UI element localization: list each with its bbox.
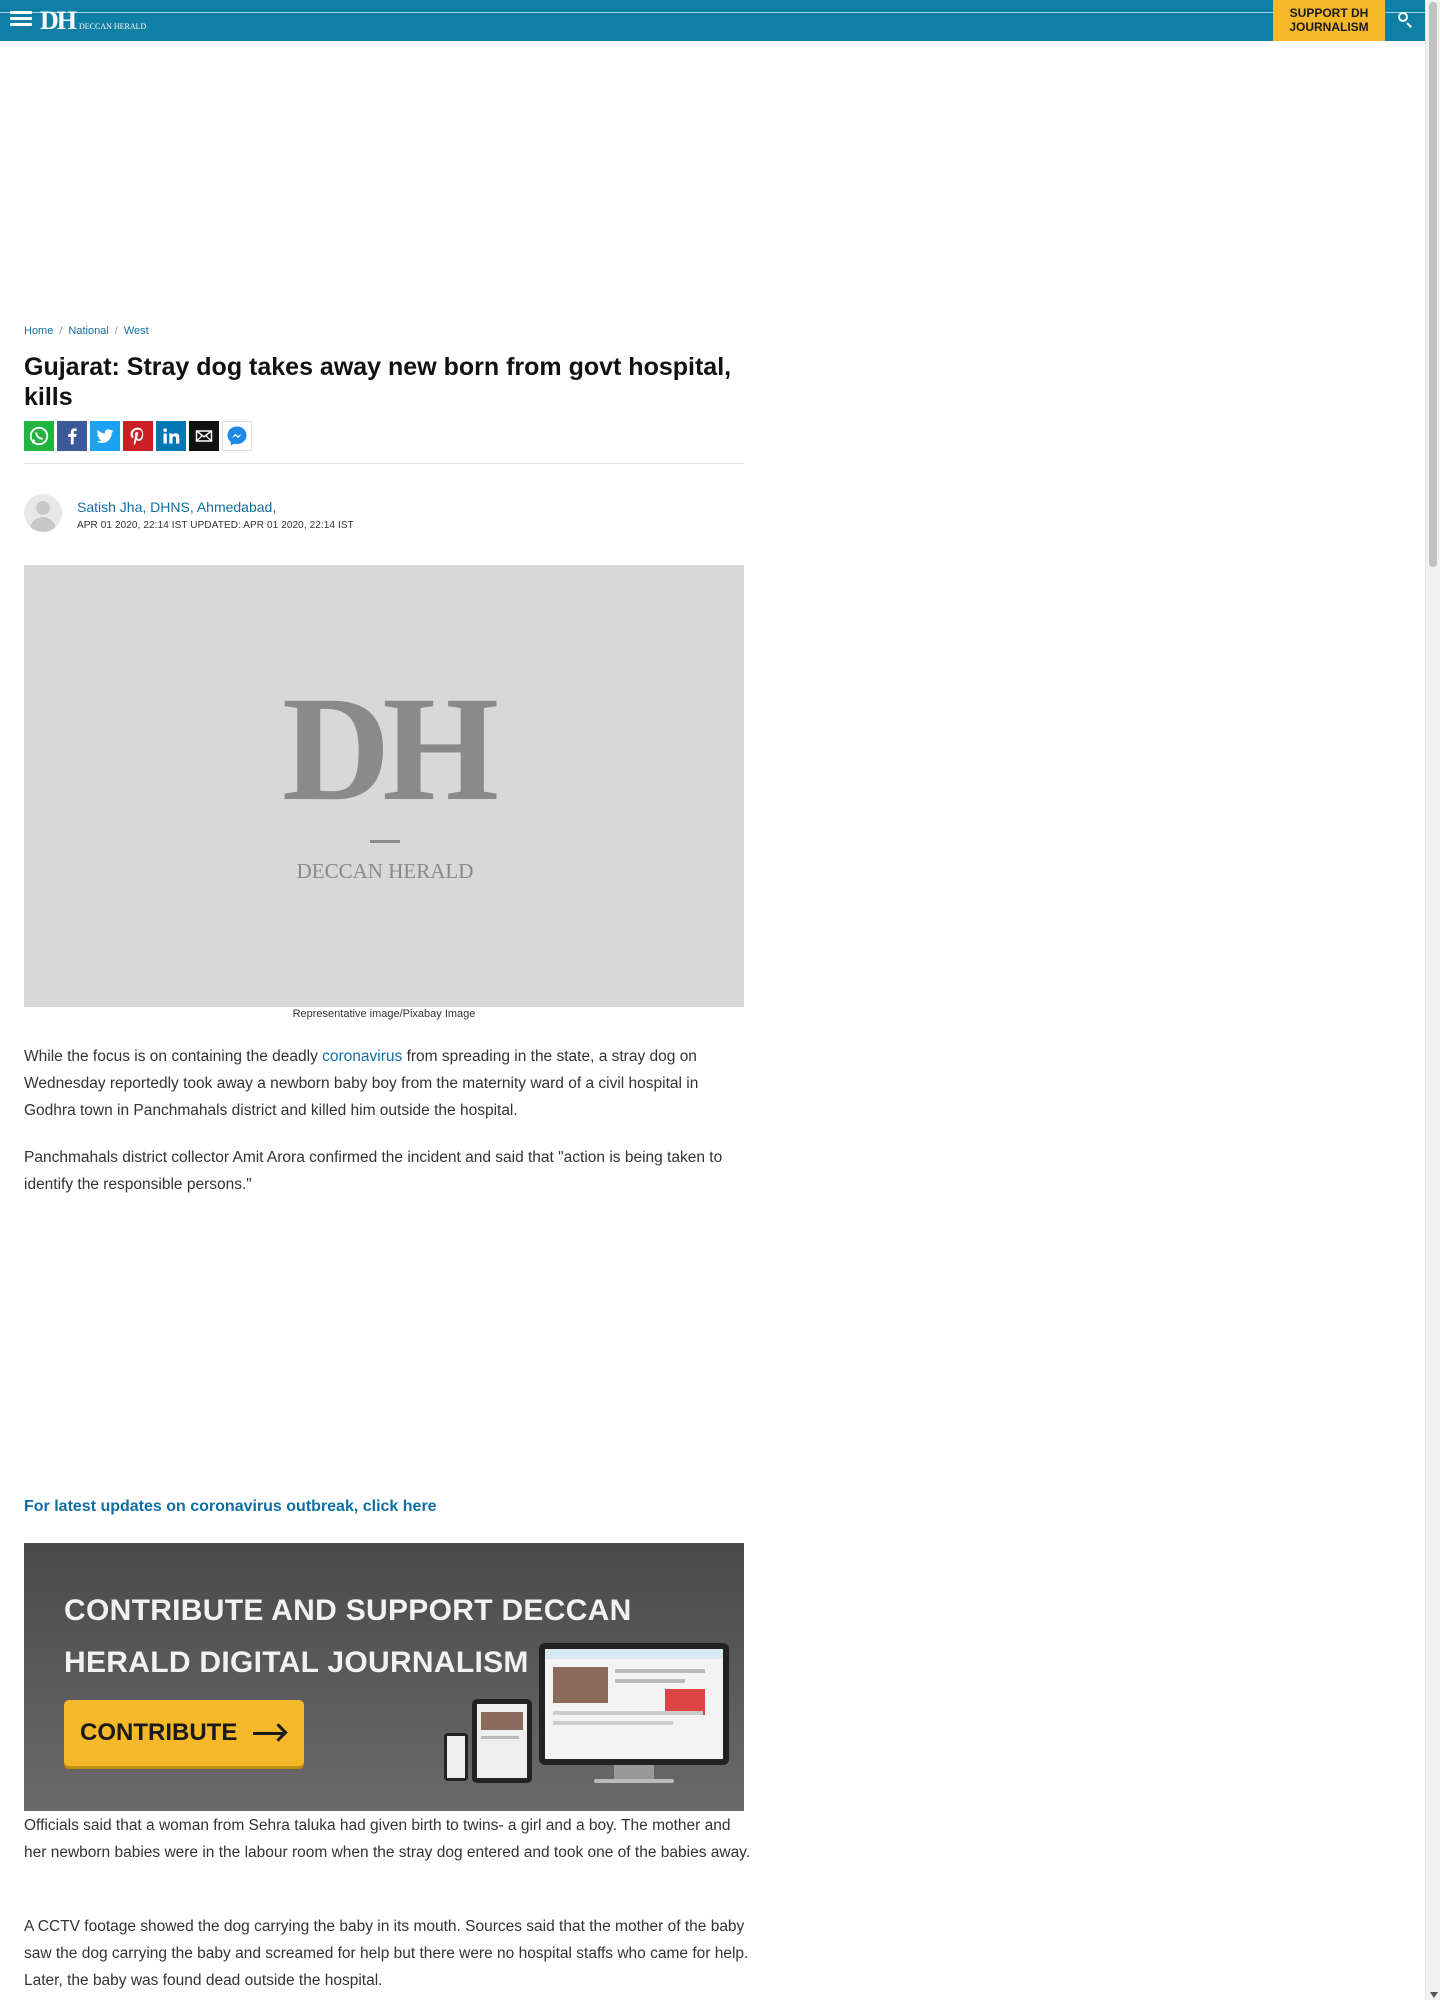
breadcrumb-national[interactable]: National xyxy=(68,325,108,337)
image-caption: Representative image/Pixabay Image xyxy=(292,1008,476,1020)
monitor-illustration xyxy=(539,1643,729,1765)
top-nav-bar: DH DECCAN HERALD SUPPORT DH JOURNALISM xyxy=(0,0,1425,41)
search-icon[interactable] xyxy=(1395,9,1417,31)
share-bar xyxy=(24,421,252,451)
placeholder-logo-wordmark: DECCAN HERALD xyxy=(296,859,474,883)
logo-mark: DH xyxy=(40,6,77,35)
tablet-illustration xyxy=(472,1699,532,1783)
article-paragraph-3: Officials said that a woman from Sehra t… xyxy=(24,1817,751,1861)
monitor-base xyxy=(594,1779,674,1783)
author-link[interactable]: Satish Jha, DHNS, Ahmedabad, xyxy=(77,499,276,515)
article-headline: Gujarat: Stray dog takes away new born f… xyxy=(24,353,732,411)
nav-rule xyxy=(0,12,1425,13)
placeholder-logo-mark: DH xyxy=(282,666,499,832)
author-avatar xyxy=(24,494,62,532)
scrollbar-thumb[interactable] xyxy=(1429,2,1437,567)
article-paragraph-1: While the focus is on containing the dea… xyxy=(24,1043,754,1124)
contribute-button-label: CONTRIBUTE xyxy=(80,1719,238,1746)
p1-text-before: While the focus is on containing the dea… xyxy=(24,1048,323,1065)
banner-line-1: CONTRIBUTE AND SUPPORT DECCAN xyxy=(64,1594,632,1627)
breadcrumb-west[interactable]: West xyxy=(124,325,149,337)
email-icon[interactable] xyxy=(189,421,219,451)
divider xyxy=(24,463,744,464)
phone-illustration xyxy=(444,1733,468,1781)
contribute-banner[interactable]: CONTRIBUTE AND SUPPORT DECCAN HERALD DIG… xyxy=(24,1543,744,1811)
scroll-down-arrow-icon[interactable] xyxy=(1430,1992,1438,1998)
pinterest-icon[interactable] xyxy=(123,421,153,451)
contribute-button[interactable]: CONTRIBUTE xyxy=(64,1700,304,1766)
coronavirus-updates-link[interactable]: For latest updates on coronavirus outbre… xyxy=(24,1498,437,1516)
messenger-icon[interactable] xyxy=(222,421,252,451)
ad-slot-top xyxy=(0,41,1425,321)
breadcrumb-separator: / xyxy=(114,325,118,337)
linkedin-icon[interactable] xyxy=(156,421,186,451)
dh-placeholder-logo: DH DECCAN HERALD xyxy=(282,666,499,884)
facebook-icon[interactable] xyxy=(57,421,87,451)
article-paragraph-4: A CCTV footage showed the dog carrying t… xyxy=(24,1918,749,1989)
whatsapp-icon[interactable] xyxy=(24,421,54,451)
coronavirus-topic-link[interactable]: coronavirus xyxy=(322,1048,402,1065)
logo-wordmark: DECCAN HERALD xyxy=(79,22,147,31)
page-scrollbar[interactable] xyxy=(1425,0,1440,2000)
support-dh-journalism-button[interactable]: SUPPORT DH JOURNALISM xyxy=(1273,0,1385,41)
breadcrumb-home[interactable]: Home xyxy=(24,325,53,337)
breadcrumb: Home / National / West xyxy=(24,325,149,337)
article-paragraph-2: Panchmahals district collector Amit Aror… xyxy=(24,1149,723,1193)
site-logo[interactable]: DH DECCAN HERALD xyxy=(40,6,146,34)
hamburger-menu-icon[interactable] xyxy=(10,11,32,29)
article-dateline: APR 01 2020, 22:14 IST UPDATED: APR 01 2… xyxy=(77,520,354,531)
breadcrumb-separator: / xyxy=(59,325,63,337)
arrow-right-icon xyxy=(253,1731,284,1735)
monitor-stand xyxy=(614,1765,654,1779)
masthead-emblem-icon xyxy=(370,825,400,843)
article-hero-image: DH DECCAN HERALD xyxy=(24,565,744,1007)
twitter-icon[interactable] xyxy=(90,421,120,451)
